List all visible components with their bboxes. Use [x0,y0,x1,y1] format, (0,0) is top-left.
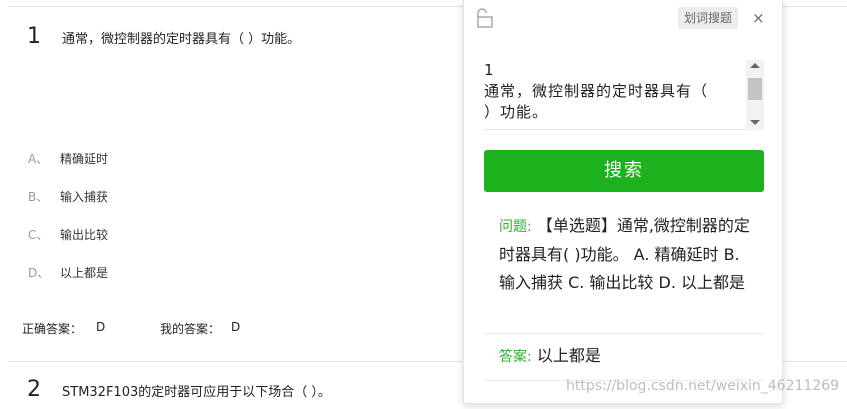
question-number: 2 [27,377,41,402]
option-letter-b: B、 [28,190,49,204]
my-answer-label: 我的答案： [160,322,221,336]
option-letter-c: C、 [28,228,49,242]
my-answer-value: D [231,320,241,334]
answer-text: 以上都是 [536,346,601,365]
search-button[interactable]: 搜索 [484,150,764,192]
option-text-a[interactable]: 精确延时 [60,150,108,167]
search-popup: 划词搜题 × 1 通常，微控制器的定时器具有（ ）功能。 搜索 问题: 【单选题… [463,0,783,404]
option-letter-a: A、 [28,152,49,166]
result-divider [484,333,764,334]
query-textarea[interactable]: 1 通常，微控制器的定时器具有（ ）功能。 [484,60,764,130]
answer-row: 答案: 以上都是 [499,344,601,369]
question-text: STM32F103的定时器可应用于以下场合（ ）。 [62,385,331,400]
close-icon[interactable]: × [752,8,765,28]
query-textarea-text[interactable]: 1 通常，微控制器的定时器具有（ ）功能。 [484,60,739,123]
word-search-button[interactable]: 划词搜题 [678,7,739,29]
scroll-thumb[interactable] [748,78,762,100]
scroll-up-icon[interactable] [750,63,760,68]
option-text-c[interactable]: 输出比较 [60,226,108,243]
unlock-icon[interactable] [476,8,494,28]
correct-answer-value: D [96,320,106,334]
correct-answer-label: 正确答案： [22,322,83,336]
result-label: 问题: [499,219,532,235]
option-text-d[interactable]: 以上都是 [60,264,108,281]
question-number: 1 [27,24,41,49]
search-result: 问题: 【单选题】通常,微控制器的定时器具有( )功能。 A. 精确延时 B. … [499,212,757,297]
textarea-scrollbar[interactable] [746,60,764,130]
scroll-down-icon[interactable] [750,120,760,125]
option-letter-d: D、 [28,266,50,280]
result-text: 【单选题】通常,微控制器的定时器具有( )功能。 A. 精确延时 B. 输入捕获… [499,216,750,292]
option-text-b[interactable]: 输入捕获 [60,188,108,205]
question-text: 通常，微控制器的定时器具有（ ）功能。 [62,32,301,47]
watermark: https://blog.csdn.net/weixin_46211269 [566,378,840,394]
answer-label: 答案: [499,349,532,365]
